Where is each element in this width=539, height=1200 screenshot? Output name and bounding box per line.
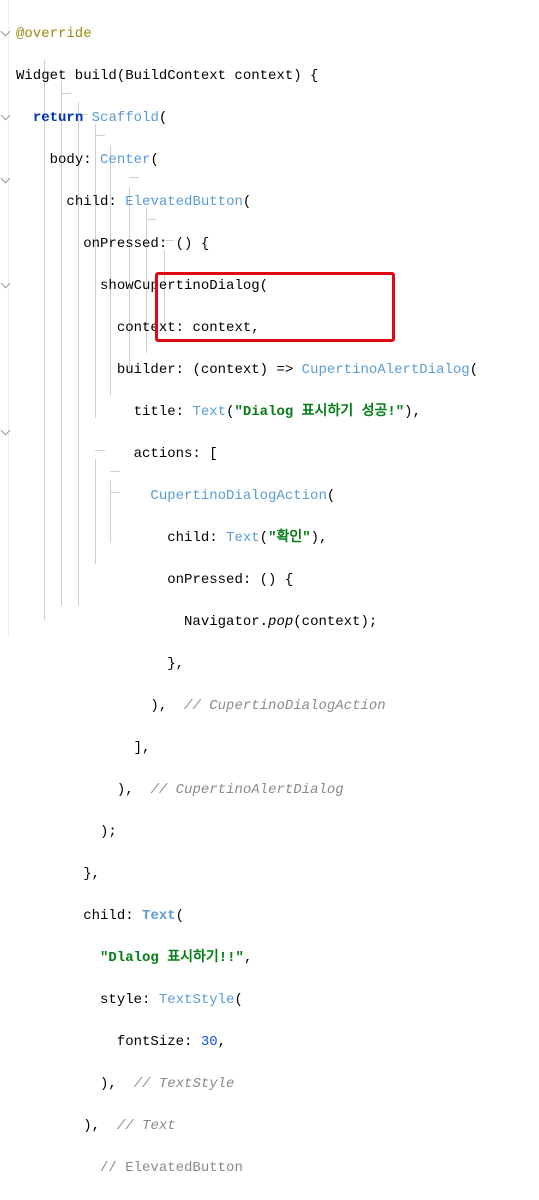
code-line: return Scaffold( xyxy=(16,108,478,129)
code-line: CupertinoDialogAction( xyxy=(16,486,478,507)
code-line: child: ElevatedButton( xyxy=(16,192,478,213)
code-line: Navigator.pop(context); xyxy=(16,612,478,633)
code-line: builder: (context) => CupertinoAlertDial… xyxy=(16,360,478,381)
fold-indicator-icon[interactable] xyxy=(1,111,11,121)
code-line: child: Text("확인"), xyxy=(16,528,478,549)
code-line: }, xyxy=(16,864,478,885)
code-line: showCupertinoDialog( xyxy=(16,276,478,297)
code-line: onPressed: () { xyxy=(16,234,478,255)
fold-indicator-icon[interactable] xyxy=(1,174,11,184)
code-line: ], xyxy=(16,738,478,759)
code-line: @override xyxy=(16,24,478,45)
code-line: "Dlalog 표시하기!!", xyxy=(16,948,478,969)
fold-indicator-icon[interactable] xyxy=(1,426,11,436)
code-line: // ElevatedButton xyxy=(16,1158,478,1179)
code-line: ), // TextStyle xyxy=(16,1074,478,1095)
code-line: body: Center( xyxy=(16,150,478,171)
code-line: style: TextStyle( xyxy=(16,990,478,1011)
code-line: Widget build(BuildContext context) { xyxy=(16,66,478,87)
code-line: ), // CupertinoAlertDialog xyxy=(16,780,478,801)
code-line: ); xyxy=(16,822,478,843)
code-line: }, xyxy=(16,654,478,675)
code-line: fontSize: 30, xyxy=(16,1032,478,1053)
code-line: ), // CupertinoDialogAction xyxy=(16,696,478,717)
code-line: actions: [ xyxy=(16,444,478,465)
code-line: context: context, xyxy=(16,318,478,339)
code-line: onPressed: () { xyxy=(16,570,478,591)
code-editor[interactable]: @override Widget build(BuildContext cont… xyxy=(10,0,478,1200)
fold-gutter[interactable] xyxy=(0,0,9,636)
fold-indicator-icon[interactable] xyxy=(1,279,11,289)
fold-indicator-icon[interactable] xyxy=(1,27,11,37)
code-line: title: Text("Dialog 표시하기 성공!"), xyxy=(16,402,478,423)
code-line: child: Text( xyxy=(16,906,478,927)
code-line: ), // Text xyxy=(16,1116,478,1137)
